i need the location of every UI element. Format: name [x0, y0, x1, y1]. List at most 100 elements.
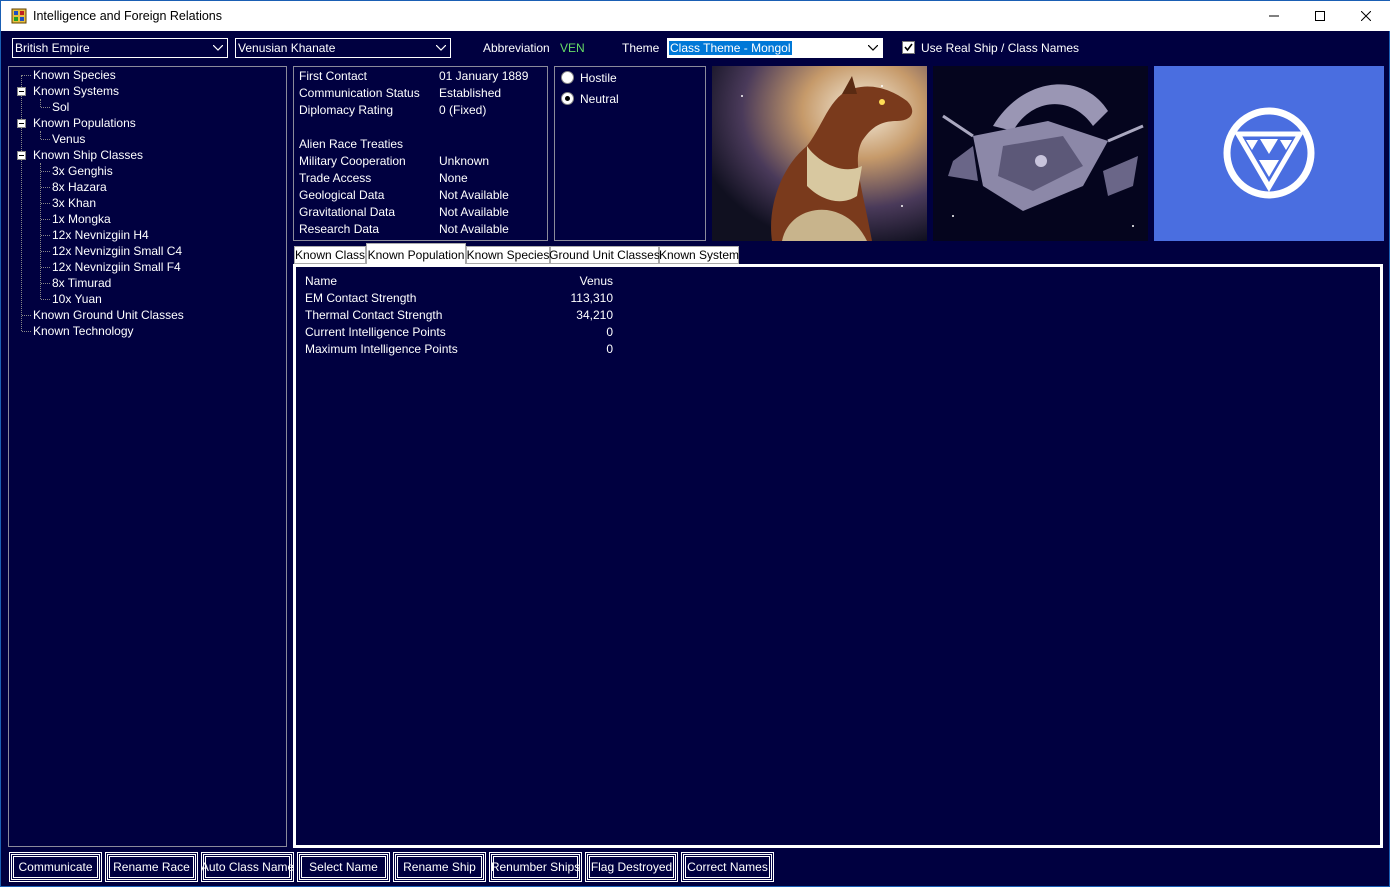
- tree-line: [40, 99, 41, 107]
- tab-known-system[interactable]: Known System: [659, 246, 739, 264]
- app-icon: [11, 8, 27, 24]
- tree-line: [41, 219, 50, 220]
- chevron-down-icon: [432, 39, 450, 57]
- collapse-icon[interactable]: [17, 87, 26, 96]
- collapse-icon[interactable]: [17, 151, 26, 160]
- research-value: Not Available: [439, 222, 509, 236]
- tree-line: [41, 139, 50, 140]
- tree-line: [40, 131, 41, 139]
- theme-select[interactable]: Class Theme - Mongol: [667, 38, 883, 58]
- player-race-value: British Empire: [15, 41, 90, 55]
- window-title: Intelligence and Foreign Relations: [33, 9, 223, 23]
- comm-status-value: Established: [439, 86, 502, 100]
- tree-line: [22, 331, 31, 332]
- close-icon: [1361, 11, 1371, 21]
- renumber-ships-button[interactable]: Renumber Ships: [489, 852, 582, 882]
- collapse-icon[interactable]: [17, 119, 26, 128]
- tree-line: [41, 203, 50, 204]
- geo-label: Geological Data: [299, 188, 385, 202]
- rename-race-button[interactable]: Rename Race: [105, 852, 198, 882]
- tree-line: [40, 163, 41, 299]
- tree-line: [21, 75, 22, 331]
- player-race-select[interactable]: British Empire: [12, 38, 228, 58]
- tree-pop-venus[interactable]: Venus: [52, 132, 85, 146]
- tree-line: [41, 299, 50, 300]
- comm-status-label: Communication Status: [299, 86, 420, 100]
- neutral-radio[interactable]: [561, 92, 574, 105]
- tree-class-item[interactable]: 12x Nevnizgiin Small F4: [52, 260, 181, 274]
- tree-class-item[interactable]: 12x Nevnizgiin Small C4: [52, 244, 182, 258]
- trade-value: None: [439, 171, 468, 185]
- diplomacy-value: 0 (Fixed): [439, 103, 487, 117]
- tree-known-technology[interactable]: Known Technology: [33, 324, 134, 338]
- tree-known-species[interactable]: Known Species: [33, 68, 116, 82]
- communicate-button[interactable]: Communicate: [9, 852, 102, 882]
- tree-known-ground-units[interactable]: Known Ground Unit Classes: [33, 308, 184, 322]
- minimize-button[interactable]: [1251, 1, 1297, 31]
- pop-row-value: 34,210: [576, 308, 613, 322]
- abbreviation-label: Abbreviation: [483, 41, 550, 55]
- treaties-label: Alien Race Treaties: [299, 137, 404, 151]
- pop-row-value: 0: [606, 325, 613, 339]
- select-name-button[interactable]: Select Name: [297, 852, 390, 882]
- tree-line: [22, 315, 31, 316]
- real-names-checkbox[interactable]: [902, 41, 915, 54]
- ship-image[interactable]: [933, 66, 1148, 241]
- tree-line: [22, 75, 31, 76]
- pop-row-label: Thermal Contact Strength: [305, 308, 443, 322]
- pop-row-label: Maximum Intelligence Points: [305, 342, 458, 356]
- hostile-radio[interactable]: [561, 71, 574, 84]
- tree-line: [41, 187, 50, 188]
- trade-label: Trade Access: [299, 171, 372, 185]
- window: Intelligence and Foreign Relations Briti…: [0, 0, 1390, 887]
- military-value: Unknown: [439, 154, 490, 168]
- checkmark-icon: [904, 43, 913, 52]
- grav-value: Not Available: [439, 205, 509, 219]
- tree-system-sol[interactable]: Sol: [52, 100, 69, 114]
- hostile-label: Hostile: [580, 71, 617, 85]
- geo-value: Not Available: [439, 188, 509, 202]
- close-button[interactable]: [1343, 1, 1389, 31]
- pop-row-label: Name: [305, 274, 338, 288]
- tree-class-item[interactable]: 3x Genghis: [52, 164, 113, 178]
- maximize-icon: [1315, 11, 1325, 21]
- race-flag[interactable]: [1154, 66, 1384, 241]
- first-contact-label: First Contact: [299, 69, 368, 83]
- correct-names-button[interactable]: Correct Names: [681, 852, 774, 882]
- tree-line: [41, 267, 50, 268]
- diplomacy-label: Diplomacy Rating: [299, 103, 394, 117]
- tab-known-species[interactable]: Known Species: [466, 246, 550, 264]
- tree-known-ship-classes[interactable]: Known Ship Classes: [33, 148, 143, 162]
- tree-class-item[interactable]: 10x Yuan: [52, 292, 102, 306]
- maximize-button[interactable]: [1297, 1, 1343, 31]
- tab-ground-unit-classes[interactable]: Ground Unit Classes: [549, 246, 660, 264]
- tree-class-item[interactable]: 12x Nevnizgiin H4: [52, 228, 149, 242]
- title-bar: Intelligence and Foreign Relations: [1, 1, 1390, 31]
- tree-class-item[interactable]: 8x Hazara: [52, 180, 107, 194]
- tree-class-item[interactable]: 3x Khan: [52, 196, 96, 210]
- tree-class-item[interactable]: 8x Timurad: [52, 276, 111, 290]
- grav-label: Gravitational Data: [299, 205, 396, 219]
- tree-class-item[interactable]: 1x Mongka: [52, 212, 111, 226]
- tree-known-populations[interactable]: Known Populations: [33, 116, 136, 130]
- neutral-label: Neutral: [580, 92, 619, 106]
- pop-row-label: Current Intelligence Points: [305, 325, 446, 339]
- race-portrait[interactable]: [712, 66, 927, 241]
- abbreviation-value: VEN: [560, 41, 585, 55]
- real-names-label: Use Real Ship / Class Names: [921, 41, 1080, 55]
- tree-line: [41, 171, 50, 172]
- auto-class-name-button[interactable]: Auto Class Name: [201, 852, 294, 882]
- tree-known-systems[interactable]: Known Systems: [33, 84, 119, 98]
- tab-known-population[interactable]: Known Population: [366, 243, 466, 265]
- minimize-icon: [1269, 15, 1279, 17]
- theme-label: Theme: [622, 41, 660, 55]
- flag-destroyed-button[interactable]: Flag Destroyed: [585, 852, 678, 882]
- stance-panel: [554, 66, 706, 241]
- pop-row-label: EM Contact Strength: [305, 291, 417, 305]
- alien-race-select[interactable]: Venusian Khanate: [235, 38, 451, 58]
- tab-known-class[interactable]: Known Class: [294, 246, 366, 264]
- flag-emblem-icon: [1223, 107, 1315, 199]
- rename-ship-button[interactable]: Rename Ship: [393, 852, 486, 882]
- intel-tree[interactable]: [8, 66, 287, 847]
- chevron-down-icon: [209, 39, 227, 57]
